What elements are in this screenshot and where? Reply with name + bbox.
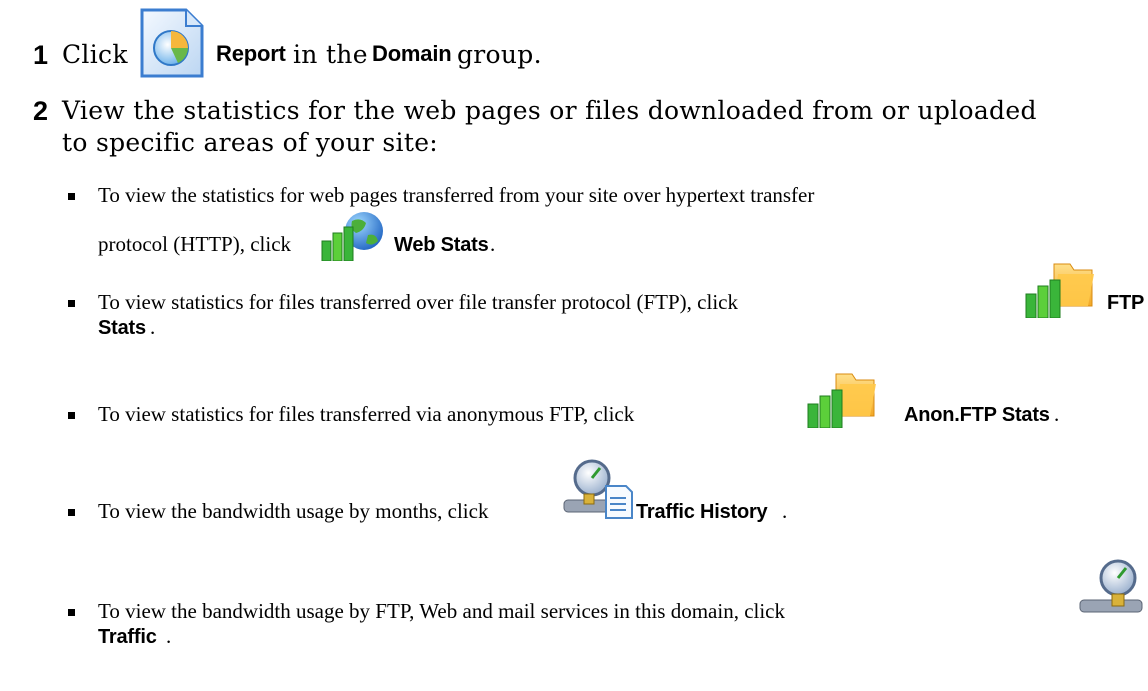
ftp-stats-text: To view statistics for files transferred… xyxy=(98,290,738,314)
traffic-history-icon[interactable] xyxy=(562,456,634,520)
bullet-marker xyxy=(68,193,75,200)
step-2-line-1: View the statistics for the web pages or… xyxy=(62,96,1037,125)
traffic-text: To view the bandwidth usage by FTP, Web … xyxy=(98,599,786,623)
ftp-stats-period: . xyxy=(150,315,156,339)
ftp-stats-label-continued[interactable]: Stats xyxy=(98,317,146,340)
traffic-history-label[interactable]: Traffic History xyxy=(636,501,768,524)
ftp-stats-icon[interactable] xyxy=(1024,256,1096,318)
traffic-history-period: . xyxy=(782,499,788,523)
anon-ftp-stats-period: . xyxy=(1054,402,1060,426)
traffic-history-text: To view the bandwidth usage by months, c… xyxy=(98,499,489,523)
report-icon[interactable] xyxy=(136,6,206,80)
anon-ftp-stats-label[interactable]: Anon.FTP Stats xyxy=(904,404,1050,427)
anon-ftp-stats-icon[interactable] xyxy=(806,366,878,428)
step-1-click-text: Click xyxy=(62,40,128,69)
step-2-line-2: to specific areas of your site: xyxy=(62,128,439,157)
report-button-label[interactable]: Report xyxy=(216,41,286,67)
step-2-number: 2 xyxy=(33,96,49,126)
traffic-label[interactable]: Traffic xyxy=(98,626,157,649)
anon-ftp-stats-text: To view statistics for files transferred… xyxy=(98,402,635,426)
step-1-in-the-text: in the xyxy=(293,40,368,69)
web-stats-text-line-2: protocol (HTTP), click xyxy=(98,232,292,256)
step-1-number: 1 xyxy=(33,40,49,70)
ftp-stats-label[interactable]: FTP xyxy=(1107,292,1144,315)
step-1-group-text: group. xyxy=(457,40,542,69)
traffic-period: . xyxy=(166,624,172,648)
web-stats-icon[interactable] xyxy=(320,211,388,261)
bullet-marker xyxy=(68,609,75,616)
web-stats-label[interactable]: Web Stats xyxy=(394,234,489,257)
traffic-icon[interactable] xyxy=(1076,556,1146,618)
bullet-marker xyxy=(68,300,75,307)
web-stats-text-line-1: To view the statistics for web pages tra… xyxy=(98,183,815,207)
domain-group-label: Domain xyxy=(372,41,452,66)
web-stats-period: . xyxy=(490,232,496,256)
bullet-marker xyxy=(68,412,75,419)
bullet-marker xyxy=(68,509,75,516)
